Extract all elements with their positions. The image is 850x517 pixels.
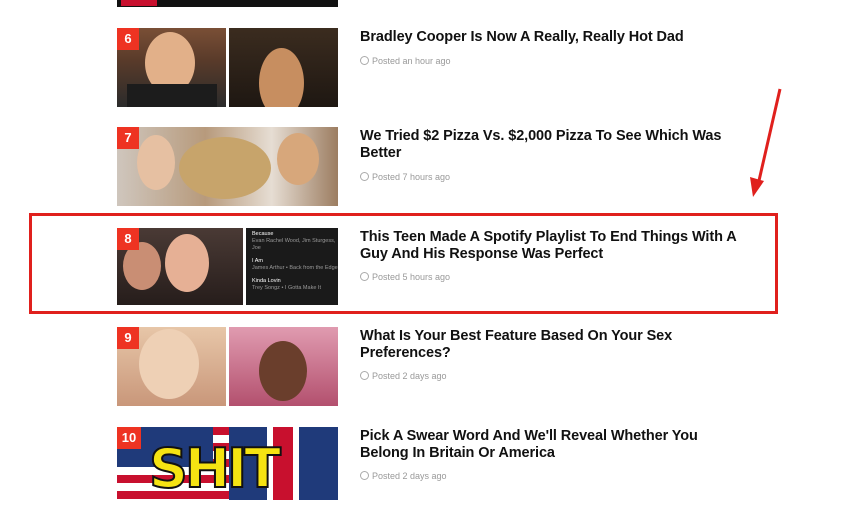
article-thumbnail[interactable] — [117, 28, 338, 107]
clock-icon — [360, 56, 369, 65]
list-item[interactable]: 6 Bradley Cooper Is Now A Really, Really… — [0, 28, 850, 118]
rank-badge: 6 — [117, 28, 139, 50]
article-thumbnail[interactable]: SHIT — [117, 427, 338, 500]
article-title[interactable]: What Is Your Best Feature Based On Your … — [360, 328, 740, 362]
post-time: Posted 7 hours ago — [360, 171, 450, 182]
clock-icon — [360, 471, 369, 480]
red-arrow-icon — [750, 88, 782, 197]
article-thumbnail[interactable] — [117, 327, 338, 406]
rank-badge: 8 — [117, 228, 139, 250]
previous-thumbnail-edge — [117, 0, 338, 7]
thumbnail-text: SHIT — [148, 436, 282, 500]
list-item[interactable]: 9 What Is Your Best Feature Based On You… — [0, 327, 850, 417]
list-item[interactable]: 7 We Tried $2 Pizza Vs. $2,000 Pizza To … — [0, 127, 850, 217]
post-time: Posted 2 days ago — [360, 370, 447, 381]
clock-icon — [360, 172, 369, 181]
post-time: Posted 2 days ago — [360, 470, 447, 481]
article-title[interactable]: Bradley Cooper Is Now A Really, Really H… — [360, 29, 740, 46]
rank-badge: 9 — [117, 327, 139, 349]
article-thumbnail[interactable] — [117, 127, 338, 206]
clock-icon — [360, 371, 369, 380]
list-item[interactable]: 10 SHIT Pick A Swear Word And We'll Reve… — [0, 427, 850, 517]
rank-badge: 10 — [117, 427, 141, 449]
article-title[interactable]: Pick A Swear Word And We'll Reveal Wheth… — [360, 428, 740, 462]
article-title[interactable]: We Tried $2 Pizza Vs. $2,000 Pizza To Se… — [360, 128, 740, 162]
rank-badge: 7 — [117, 127, 139, 149]
post-time: Posted an hour ago — [360, 55, 451, 66]
highlight-box — [29, 213, 778, 314]
